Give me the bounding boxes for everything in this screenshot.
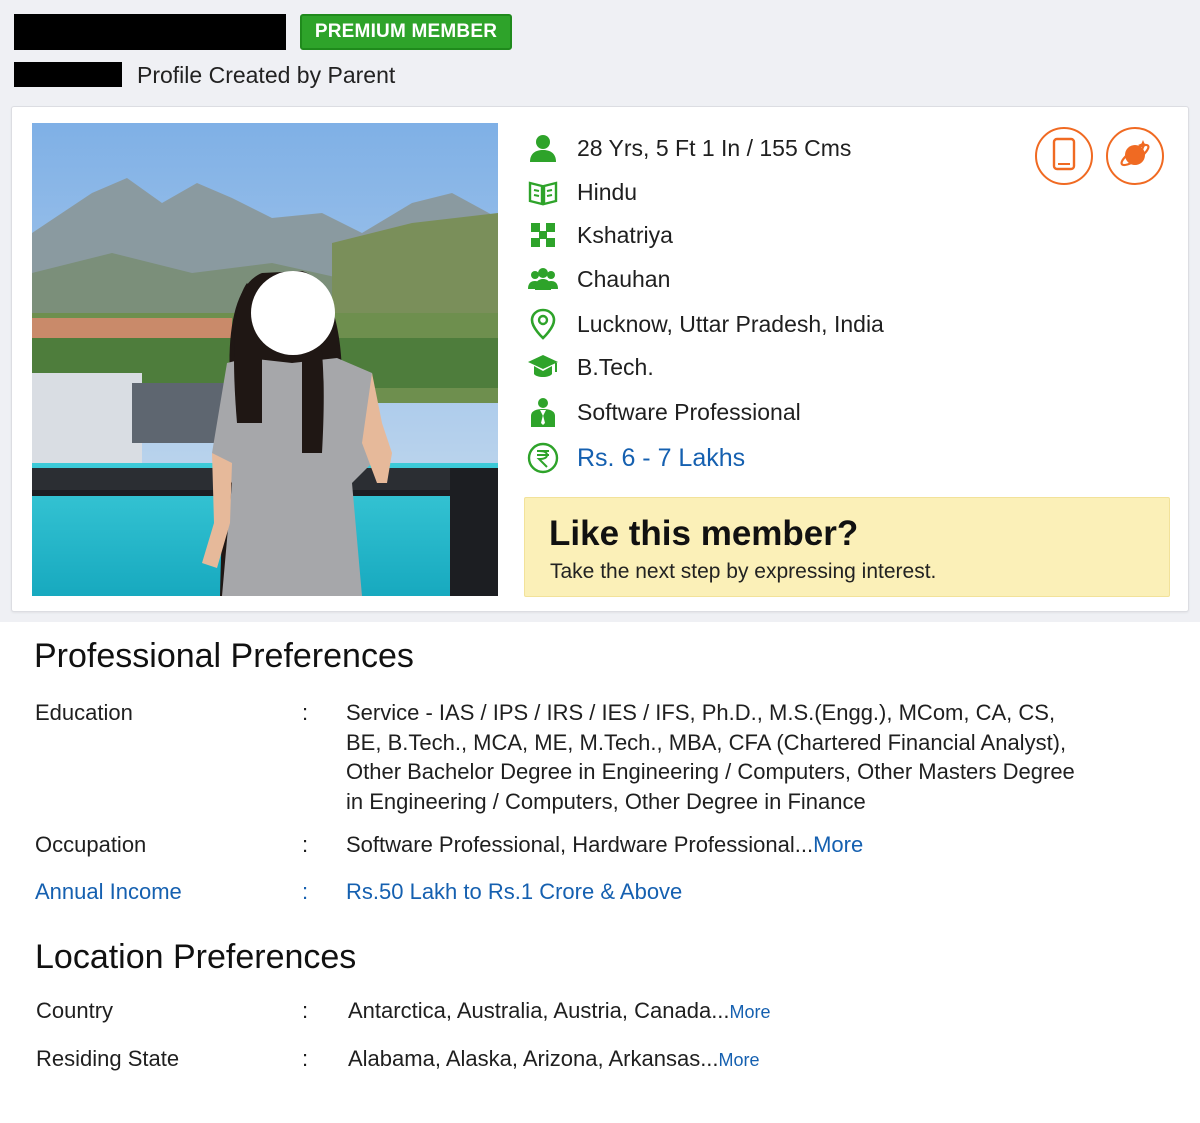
redacted-profile-id	[14, 62, 122, 87]
religion-book-icon	[527, 176, 559, 208]
annual-income-value: Rs.50 Lakh to Rs.1 Crore & Above	[346, 879, 683, 904]
person-icon	[527, 132, 559, 164]
profile-created-by: Profile Created by Parent	[137, 62, 396, 88]
location-preferences-title: Location Preferences	[35, 938, 357, 976]
education-colon: :	[302, 700, 309, 725]
express-interest-banner[interactable]: Like this member? Take the next step by …	[524, 497, 1170, 597]
graduation-cap-icon	[527, 351, 559, 383]
like-title: Like this member?	[549, 514, 859, 553]
like-subtitle: Take the next step by expressing interes…	[550, 560, 937, 583]
horoscope-button[interactable]	[1106, 127, 1164, 185]
phone-icon	[1052, 137, 1076, 176]
occupation-label: Occupation	[35, 832, 147, 857]
fact-subcaste: Chauhan	[527, 262, 670, 296]
professional-preferences-title: Professional Preferences	[34, 637, 414, 675]
location-pin-icon	[527, 308, 559, 340]
fact-education: B.Tech.	[527, 350, 654, 384]
occupation-value: Software Professional, Hardware Professi…	[346, 832, 864, 857]
occupation-more-link[interactable]: More	[813, 832, 863, 857]
residing-state-label: Residing State	[36, 1046, 180, 1071]
group-icon	[527, 263, 559, 295]
country-more-link[interactable]: More	[730, 1002, 771, 1022]
country-value: Antarctica, Australia, Austria, Canada..…	[348, 998, 771, 1023]
redacted-name	[14, 14, 286, 50]
annual-income-colon: :	[302, 879, 309, 904]
horoscope-icon	[1117, 136, 1153, 177]
country-label: Country	[36, 998, 114, 1023]
education-value: Service - IAS / IPS / IRS / IES / IFS, P…	[346, 700, 1075, 814]
residing-state-more-link[interactable]: More	[719, 1050, 760, 1070]
residing-state-value: Alabama, Alaska, Arizona, Arkansas...Mor…	[348, 1046, 760, 1071]
annual-income-label: Annual Income	[35, 879, 182, 904]
occupation-colon: :	[302, 832, 309, 857]
country-colon: :	[302, 998, 309, 1023]
premium-member-badge: PREMIUM MEMBER	[300, 14, 512, 50]
fact-location: Lucknow, Uttar Pradesh, India	[527, 307, 884, 341]
fact-age-height: 28 Yrs, 5 Ft 1 In / 155 Cms	[527, 131, 851, 165]
education-label: Education	[35, 700, 133, 725]
profile-photo[interactable]	[32, 123, 498, 596]
fact-income: Rs. 6 - 7 Lakhs	[527, 441, 745, 475]
phone-button[interactable]	[1035, 127, 1093, 185]
rupee-icon	[527, 442, 559, 474]
fact-occupation: Software Professional	[527, 395, 801, 429]
fact-caste: Kshatriya	[527, 218, 673, 252]
residing-state-colon: :	[302, 1046, 309, 1071]
professional-icon	[527, 396, 559, 428]
profile-card: 28 Yrs, 5 Ft 1 In / 155 Cms Hindu Kshatr…	[11, 106, 1189, 612]
fact-religion: Hindu	[527, 175, 637, 209]
community-icon	[527, 219, 559, 251]
